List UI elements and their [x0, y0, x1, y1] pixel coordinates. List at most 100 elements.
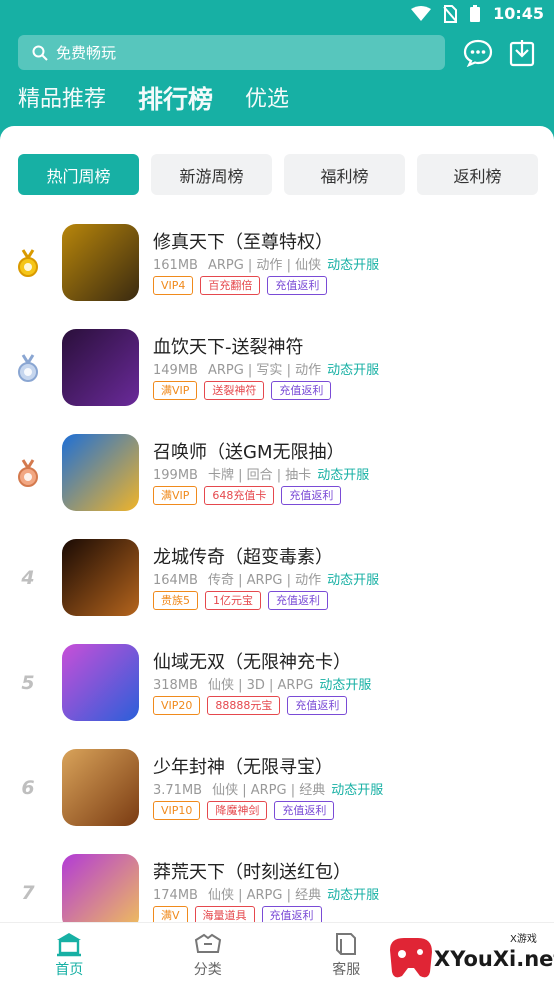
chat-bubble-icon	[463, 39, 493, 67]
no-sim-icon	[443, 4, 458, 23]
message-button[interactable]	[461, 36, 495, 70]
game-tag: 满VIP	[153, 381, 198, 400]
game-icon[interactable]	[62, 434, 139, 511]
game-title[interactable]: 修真天下（至尊特权）	[153, 228, 333, 254]
game-title[interactable]: 莽荒天下（时刻送红包）	[153, 858, 351, 884]
game-meta: 164MB 传奇 | ARPG | 动作 动态开服	[153, 569, 379, 588]
search-placeholder: 免费畅玩	[56, 44, 117, 62]
game-title[interactable]: 龙城传奇（超变毒素）	[153, 543, 333, 569]
status-time: 10:45	[493, 4, 544, 23]
game-tag: VIP4	[153, 276, 194, 295]
game-title[interactable]: 仙域无双（无限神充卡）	[153, 648, 351, 674]
download-button[interactable]	[505, 36, 539, 70]
server-open-label: 动态开服	[327, 363, 380, 378]
battery-icon	[470, 4, 481, 22]
game-list: 修真天下（至尊特权） 161MB ARPG | 动作 | 仙侠 动态开服 VIP4 百充翻…	[0, 222, 554, 957]
server-open-label: 动态开服	[319, 678, 372, 693]
game-size: 3.71MB	[153, 783, 203, 798]
game-tag: 满VIP	[153, 486, 198, 505]
game-size: 174MB	[153, 888, 198, 903]
rank-number-text: 5	[21, 672, 35, 694]
tab-ranking[interactable]: 排行榜	[138, 84, 213, 116]
search-input[interactable]: 免费畅玩	[18, 35, 445, 70]
server-open-label: 动态开服	[331, 783, 384, 798]
game-row[interactable]: 4 龙城传奇（超变毒素） 164MB 传奇 | ARPG | 动作 动态开服 贵族5 1亿元…	[0, 537, 554, 642]
game-tag: 1亿元宝	[205, 591, 261, 610]
watermark-logo: X游戏 XYouXi.net	[384, 930, 554, 986]
game-title[interactable]: 少年封神（无限寻宝）	[153, 753, 333, 779]
ranking-segments: 热门周榜 新游周榜 福利榜 返利榜	[18, 154, 538, 195]
segment-rebate[interactable]: 返利榜	[417, 154, 538, 195]
server-open-label: 动态开服	[327, 258, 380, 273]
segment-welfare[interactable]: 福利榜	[284, 154, 405, 195]
nav-category[interactable]: 分类	[139, 923, 278, 986]
game-size: 199MB	[153, 468, 198, 483]
game-size: 149MB	[153, 363, 198, 378]
game-tags: VIP10 降魔神剑 充值返利	[153, 801, 335, 820]
tab-selected[interactable]: 优选	[245, 84, 289, 116]
game-title[interactable]: 血饮天下-送裂神符	[153, 333, 304, 359]
rank-number: 6	[14, 771, 42, 805]
game-tag: 充值返利	[274, 801, 335, 820]
game-icon[interactable]	[62, 749, 139, 826]
game-row[interactable]: 5 仙域无双（无限神充卡） 318MB 仙侠 | 3D | ARPG 动态开服 VIP20…	[0, 642, 554, 747]
rank-number: 4	[14, 561, 42, 595]
game-tags: 贵族5 1亿元宝 充值返利	[153, 591, 328, 610]
game-tag: 充值返利	[281, 486, 342, 505]
rank-number-text: 4	[21, 567, 35, 589]
silver-medal-icon	[14, 351, 42, 385]
game-tags: 满VIP 送裂神符 充值返利	[153, 381, 332, 400]
game-meta: 3.71MB 仙侠 | ARPG | 经典 动态开服	[153, 779, 383, 798]
wifi-icon	[411, 5, 432, 21]
game-tag: 88888元宝	[207, 696, 281, 715]
game-size: 161MB	[153, 258, 198, 273]
bronze-medal-icon	[14, 456, 42, 490]
game-genres: ARPG | 动作 | 仙侠	[207, 258, 322, 273]
game-icon[interactable]	[62, 224, 139, 301]
game-tag: 百充翻倍	[200, 276, 261, 295]
nav-home-label: 首页	[55, 962, 84, 978]
game-row[interactable]: 召唤师（送GM无限抽） 199MB 卡牌 | 回合 | 抽卡 动态开服满VIP 648充…	[0, 432, 554, 537]
game-row[interactable]: 修真天下（至尊特权） 161MB ARPG | 动作 | 仙侠 动态开服 VIP4 百充翻…	[0, 222, 554, 327]
game-genres: 仙侠 | ARPG | 经典	[207, 888, 322, 903]
game-tag: 降魔神剑	[207, 801, 268, 820]
game-icon[interactable]	[62, 644, 139, 721]
search-icon	[32, 45, 48, 61]
game-title[interactable]: 召唤师（送GM无限抽）	[153, 438, 344, 464]
game-size: 164MB	[153, 573, 198, 588]
server-open-label: 动态开服	[317, 468, 370, 483]
watermark-small: X游戏	[510, 932, 537, 945]
game-icon[interactable]	[62, 539, 139, 616]
home-icon	[57, 933, 82, 957]
game-genres: 仙侠 | ARPG | 经典	[212, 783, 326, 798]
game-tag: 648充值卡	[204, 486, 275, 505]
game-meta: 199MB 卡牌 | 回合 | 抽卡 动态开服	[153, 464, 369, 483]
game-genres: 卡牌 | 回合 | 抽卡	[207, 468, 312, 483]
game-tag: VIP20	[153, 696, 201, 715]
rank-number: 7	[14, 876, 42, 910]
game-tags: VIP20 88888元宝 充值返利	[153, 696, 348, 715]
segment-hot-weekly[interactable]: 热门周榜	[18, 154, 139, 195]
game-tag: VIP10	[153, 801, 201, 820]
segment-new-weekly[interactable]: 新游周榜	[151, 154, 272, 195]
game-tag: 充值返利	[268, 591, 328, 610]
game-tag: 充值返利	[271, 381, 332, 400]
book-icon	[336, 933, 357, 955]
top-tabs: 精品推荐 排行榜 优选	[18, 84, 321, 116]
game-icon[interactable]	[62, 329, 139, 406]
game-tag: 充值返利	[267, 276, 328, 295]
game-row[interactable]: 血饮天下-送裂神符 149MB ARPG | 写实 | 动作 动态开服满VIP 送裂神符…	[0, 327, 554, 432]
game-row[interactable]: 6 少年封神（无限寻宝） 3.71MB 仙侠 | ARPG | 经典 动态开服 VIP10…	[0, 747, 554, 852]
game-tag: 贵族5	[153, 591, 198, 610]
game-meta: 318MB 仙侠 | 3D | ARPG 动态开服	[153, 674, 371, 693]
game-genres: ARPG | 写实 | 动作	[207, 363, 322, 378]
nav-home[interactable]: 首页	[0, 923, 139, 986]
nav-service-label: 客服	[332, 962, 361, 978]
game-meta: 174MB 仙侠 | ARPG | 经典 动态开服	[153, 884, 379, 903]
tab-featured[interactable]: 精品推荐	[18, 84, 106, 116]
game-icon[interactable]	[62, 854, 139, 931]
game-tag: 送裂神符	[204, 381, 265, 400]
server-open-label: 动态开服	[327, 573, 380, 588]
game-tag: 充值返利	[287, 696, 348, 715]
game-meta: 149MB ARPG | 写实 | 动作 动态开服	[153, 359, 379, 378]
